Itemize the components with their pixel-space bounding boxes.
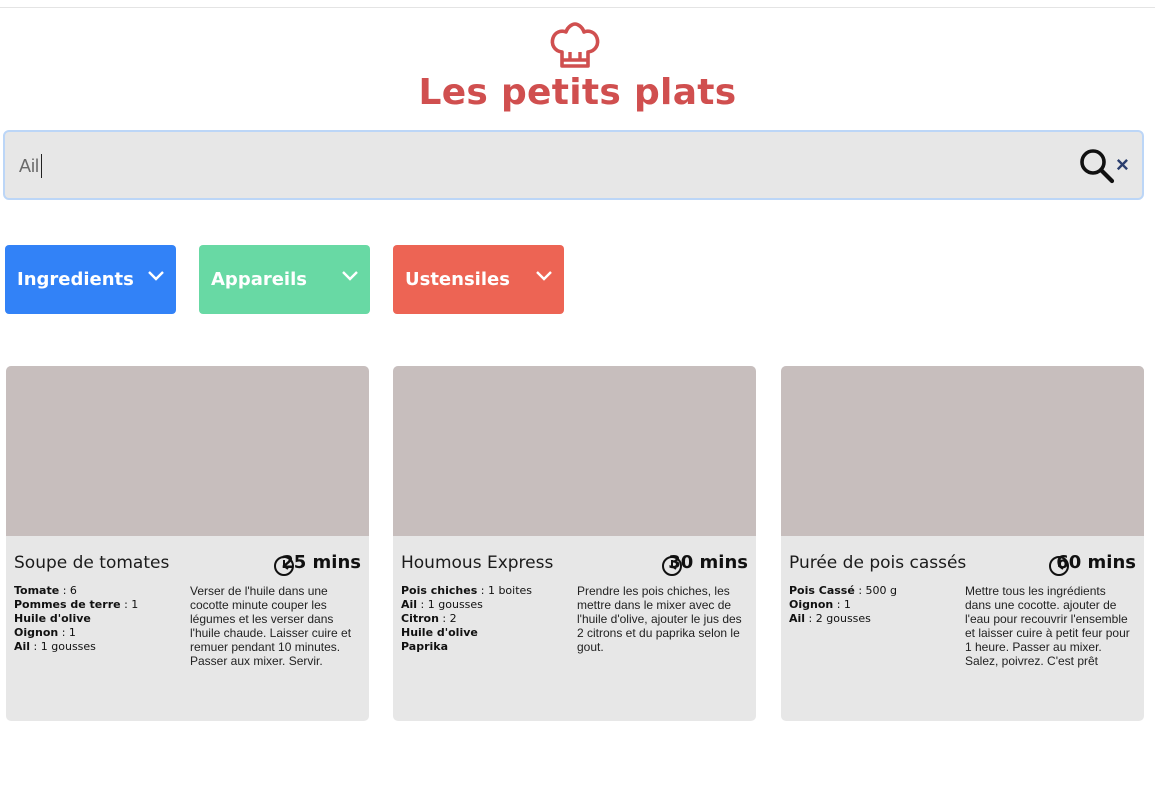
chevron-down-icon <box>536 271 552 281</box>
recipe-description: Prendre les pois chiches, les mettre dan… <box>577 584 742 654</box>
page-title: Les petits plats <box>418 72 737 113</box>
recipe-title: Soupe de tomates <box>14 553 170 573</box>
recipe-time: 30 mins <box>668 552 748 573</box>
ingredient-item: Huile d'olive <box>401 626 478 639</box>
recipe-card[interactable]: Houmous Express 30 mins Pois chiches : 1… <box>393 366 756 721</box>
close-icon[interactable]: × <box>1116 154 1129 176</box>
ingredient-list: Pois chiches : 1 boites Ail : 1 gousses … <box>401 584 571 654</box>
recipe-card[interactable]: Soupe de tomates 25 mins Tomate : 6 Pomm… <box>6 366 369 721</box>
ingredient-item: Ail : 2 gousses <box>789 612 871 625</box>
filter-ingredients-dropdown[interactable]: Ingredients <box>5 245 176 314</box>
filter-ustensiles-dropdown[interactable]: Ustensiles <box>393 245 564 314</box>
recipe-title: Houmous Express <box>401 553 554 573</box>
ingredient-item: Pommes de terre : 1 <box>14 598 139 611</box>
top-border <box>0 0 1155 8</box>
ingredient-item: Oignon : 1 <box>14 626 76 639</box>
ingredient-item: Huile d'olive <box>14 612 91 625</box>
chevron-down-icon <box>342 271 358 281</box>
recipe-image-placeholder <box>781 366 1144 536</box>
filter-label: Ustensiles <box>405 269 510 290</box>
chevron-down-icon <box>148 271 164 281</box>
search-input[interactable] <box>17 132 1061 200</box>
ingredient-list: Pois Cassé : 500 g Oignon : 1 Ail : 2 go… <box>789 584 959 626</box>
filter-appareils-dropdown[interactable]: Appareils <box>199 245 370 314</box>
recipe-time: 60 mins <box>1056 552 1136 573</box>
search-bar: × <box>3 130 1144 200</box>
ingredient-item: Pois Cassé : 500 g <box>789 584 898 597</box>
ingredient-item: Pois chiches : 1 boites <box>401 584 533 597</box>
ingredient-list: Tomate : 6 Pommes de terre : 1 Huile d'o… <box>14 584 184 654</box>
filter-label: Appareils <box>211 269 307 290</box>
filter-label: Ingredients <box>17 269 134 290</box>
recipe-description: Verser de l'huile dans une cocotte minut… <box>190 584 352 668</box>
ingredient-item: Ail : 1 gousses <box>401 598 483 611</box>
ingredient-item: Tomate : 6 <box>14 584 77 597</box>
recipe-time: 25 mins <box>281 552 361 573</box>
chef-hat-icon <box>550 22 600 68</box>
ingredient-item: Ail : 1 gousses <box>14 640 96 653</box>
ingredient-item: Paprika <box>401 640 448 653</box>
search-icon[interactable] <box>1078 147 1116 185</box>
recipe-image-placeholder <box>393 366 756 536</box>
ingredient-item: Oignon : 1 <box>789 598 851 611</box>
recipe-image-placeholder <box>6 366 369 536</box>
ingredient-item: Citron : 2 <box>401 612 457 625</box>
recipe-description: Mettre tous les ingrédients dans une coc… <box>965 584 1130 668</box>
recipe-card[interactable]: Purée de pois cassés 60 mins Pois Cassé … <box>781 366 1144 721</box>
recipe-title: Purée de pois cassés <box>789 553 967 573</box>
text-caret <box>41 154 42 178</box>
